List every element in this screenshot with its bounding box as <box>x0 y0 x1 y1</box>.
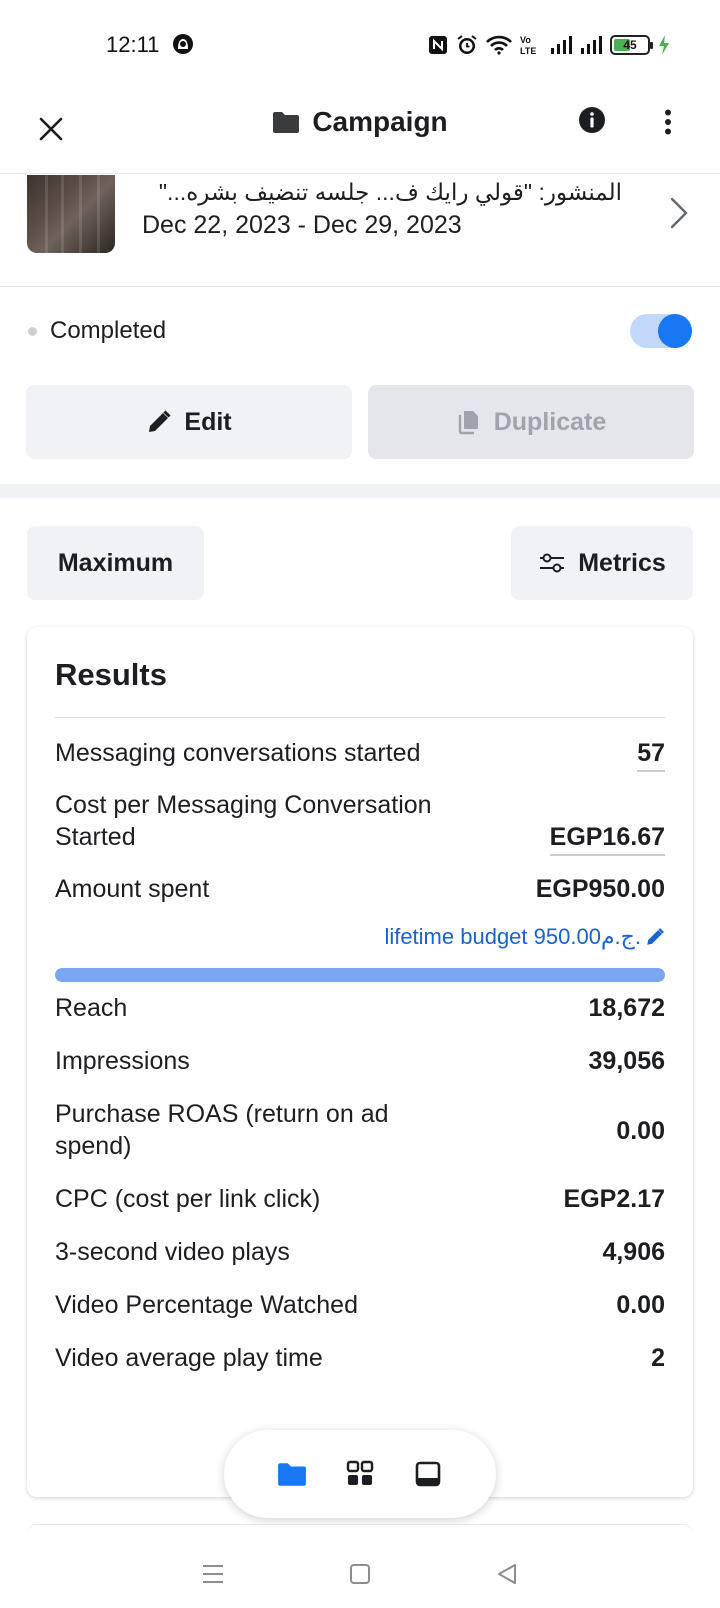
post-title: المنشور: "قولي رايك ف... جلسه تنضيف بشره… <box>158 179 622 205</box>
toggle-knob <box>658 314 692 348</box>
date-range-label: Maximum <box>57 548 174 577</box>
system-home-button[interactable] <box>340 1554 380 1594</box>
metric-row-cpc: CPC (cost per link click) EGP2.17 <box>55 1183 665 1219</box>
metric-row-impressions: Impressions 39,056 <box>55 1045 665 1081</box>
metric-label: Video Percentage Watched <box>55 1291 358 1319</box>
metric-value: 4,906 <box>602 1238 665 1266</box>
metric-value: 0.00 <box>616 1117 665 1145</box>
metric-label: Messaging conversations started <box>55 739 421 767</box>
status-icons: Vo LTE 45 <box>428 33 670 57</box>
metric-label: Purchase ROAS (return on ad <box>55 1100 389 1128</box>
metric-value: EGP2.17 <box>563 1185 665 1213</box>
status-bar: 12:11 Vo LTE 45 <box>0 0 720 92</box>
metric-label: spend) <box>55 1132 132 1160</box>
pencil-icon <box>149 410 171 432</box>
page-title: Campaign <box>0 106 720 138</box>
nav-campaign[interactable] <box>276 1458 308 1490</box>
metric-label: CPC (cost per link click) <box>55 1185 321 1213</box>
metric-row-roas: Purchase ROAS (return on ad spend) 0.00 <box>55 1098 665 1168</box>
menu-icon <box>203 1565 224 1583</box>
charging-icon <box>659 35 669 55</box>
signal-icon <box>551 36 572 54</box>
volte-icon: VoLTE <box>520 35 536 56</box>
campaign-toggle[interactable] <box>630 314 692 348</box>
campaign-status-row: Completed <box>0 300 720 362</box>
results-divider <box>55 717 665 718</box>
budget-link-text: lifetime budget 950.00ج.م. <box>384 924 641 949</box>
sliders-icon <box>540 553 565 573</box>
post-thumbnail <box>27 175 115 253</box>
signal-icon <box>581 36 602 54</box>
svg-text:Vo: Vo <box>520 35 531 45</box>
budget-progress-fill <box>55 968 665 982</box>
duplicate-button-label: Duplicate <box>493 407 607 436</box>
metric-row-video-percentage: Video Percentage Watched 0.00 <box>55 1289 665 1325</box>
metrics-button[interactable]: Metrics <box>511 526 693 600</box>
results-card: Results Messaging conversations started … <box>27 627 693 1497</box>
status-dot <box>28 327 37 336</box>
metric-label: Started <box>55 823 136 851</box>
back-icon <box>497 1564 516 1584</box>
system-nav-bar <box>0 1540 720 1608</box>
ad-post-row[interactable]: المنشور: "قولي رايك ف... جلسه تنضيف بشره… <box>0 175 720 287</box>
metric-row-cost-per-messaging: Cost per Messaging Conversation Started … <box>55 787 665 857</box>
metrics-label: Metrics <box>578 548 666 577</box>
folder-icon <box>273 112 300 133</box>
system-menu-button[interactable] <box>193 1554 233 1594</box>
date-range-button[interactable]: Maximum <box>27 526 204 600</box>
page-title-text: Campaign <box>312 106 448 137</box>
metric-label: Video average play time <box>55 1344 323 1372</box>
nav-ad-sets[interactable] <box>344 1458 376 1490</box>
post-date-range: Dec 22, 2023 - Dec 29, 2023 <box>142 211 462 239</box>
metric-row-amount-spent: Amount spent EGP950.00 <box>55 873 665 909</box>
metric-row-video-avg-time: Video average play time 2 <box>55 1342 665 1378</box>
results-title: Results <box>55 657 167 692</box>
info-icon <box>579 107 605 133</box>
app-notification-icon <box>173 34 193 54</box>
metric-label: 3-second video plays <box>55 1238 290 1266</box>
metric-value: EGP950.00 <box>535 875 665 903</box>
metric-label: Amount spent <box>55 875 210 903</box>
metric-value: 18,672 <box>588 994 665 1022</box>
system-back-button[interactable] <box>487 1554 527 1594</box>
svg-text:LTE: LTE <box>520 46 536 56</box>
metric-value[interactable]: 57 <box>637 737 665 772</box>
wifi-icon <box>486 35 512 55</box>
more-vertical-icon <box>665 109 671 135</box>
metric-value[interactable]: EGP16.67 <box>549 821 665 856</box>
home-icon <box>349 1564 370 1584</box>
status-label: Completed <box>50 317 167 344</box>
tablet-icon <box>415 1461 441 1487</box>
metric-label: Impressions <box>55 1047 190 1075</box>
duplicate-icon <box>458 411 478 435</box>
metric-row-messaging: Messaging conversations started 57 <box>55 737 665 773</box>
info-button[interactable] <box>578 106 610 138</box>
section-divider <box>0 484 720 498</box>
metric-label: Reach <box>55 994 128 1022</box>
battery-icon: 45 <box>610 35 653 55</box>
nfc-icon <box>429 36 447 54</box>
metric-row-reach: Reach 18,672 <box>55 992 665 1028</box>
metric-row-video-plays: 3-second video plays 4,906 <box>55 1236 665 1272</box>
duplicate-button[interactable]: Duplicate <box>368 385 694 459</box>
metric-value: 2 <box>651 1344 665 1372</box>
metric-value: 39,056 <box>588 1047 665 1075</box>
pencil-icon <box>647 928 664 945</box>
app-header: Campaign <box>0 92 720 174</box>
floating-nav <box>224 1430 496 1518</box>
edit-button-label: Edit <box>184 407 232 436</box>
nav-ads[interactable] <box>412 1458 444 1490</box>
battery-level: 45 <box>623 38 637 52</box>
status-time: 12:11 <box>106 32 160 57</box>
folder-icon <box>278 1463 306 1486</box>
lifetime-budget-link[interactable]: lifetime budget 950.00ج.م. <box>384 924 665 950</box>
chevron-right-icon <box>670 197 688 229</box>
metric-value: 0.00 <box>616 1291 665 1319</box>
grid-icon <box>346 1460 374 1485</box>
alarm-icon <box>457 35 477 54</box>
more-options-button[interactable] <box>652 106 684 138</box>
metric-label: Cost per Messaging Conversation <box>55 791 432 819</box>
edit-button[interactable]: Edit <box>26 385 352 459</box>
budget-progress-bar <box>55 968 665 982</box>
